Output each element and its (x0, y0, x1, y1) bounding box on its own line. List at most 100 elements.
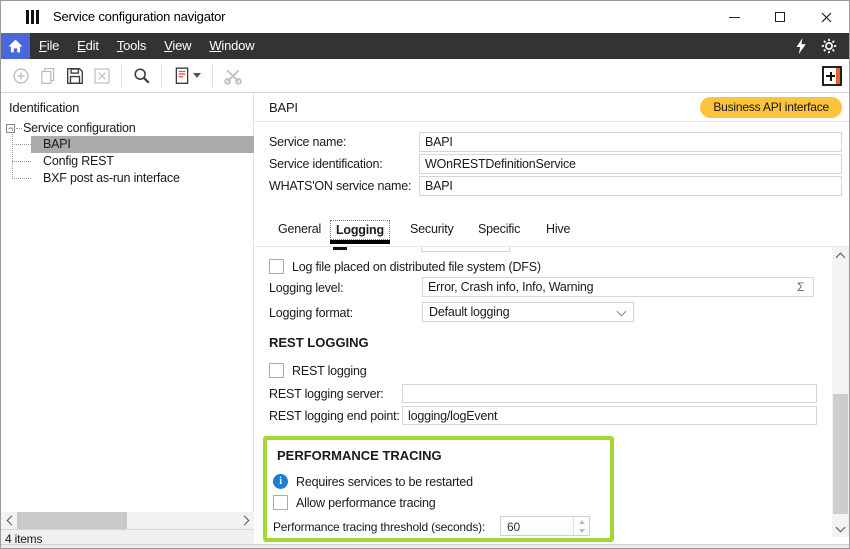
tab-hive[interactable]: Hive (541, 220, 575, 238)
menu-bar: File Edit Tools View Window (1, 33, 849, 59)
chevron-down-icon (617, 307, 627, 317)
gear-icon (821, 38, 837, 54)
threshold-value: 60 (507, 520, 520, 534)
settings-button[interactable] (815, 33, 843, 59)
chevron-down-icon (836, 522, 846, 532)
scrollbar-thumb[interactable] (833, 394, 848, 514)
copy-icon (39, 67, 57, 85)
chevron-left-icon (6, 516, 16, 526)
toolbar-separator (161, 65, 162, 87)
tree-item-bxf-post-as-run-interface[interactable]: BXF post as-run interface (31, 170, 254, 187)
quick-actions-button[interactable] (787, 33, 815, 59)
rest-logging-checkbox-label: REST logging (292, 363, 367, 378)
toolbar (1, 59, 849, 93)
service-identification-label: Service identification: (269, 157, 383, 171)
home-button[interactable] (1, 33, 30, 59)
performance-tracing-heading: PERFORMANCE TRACING (277, 448, 442, 463)
rest-logging-heading: REST LOGGING (269, 335, 369, 350)
new-button[interactable] (7, 63, 34, 89)
tab-specific[interactable]: Specific (473, 220, 525, 238)
save-icon (66, 67, 84, 85)
menu-item-view[interactable]: View (155, 33, 200, 59)
app-window: Service configuration navigator File Edi… (0, 0, 850, 549)
horizontal-scrollbar[interactable] (1, 512, 254, 529)
vertical-scrollbar[interactable] (832, 247, 849, 537)
menu-item-edit[interactable]: Edit (68, 33, 108, 59)
info-icon: i (273, 474, 288, 489)
scroll-up-button[interactable] (832, 247, 849, 264)
plus-circle-icon (12, 67, 30, 85)
menu-item-file[interactable]: File (30, 33, 68, 59)
spinner-up-button[interactable] (574, 517, 589, 526)
minimize-button[interactable] (711, 1, 757, 33)
tab-general[interactable]: General (273, 220, 326, 238)
maximize-button[interactable] (757, 1, 803, 33)
close-icon (821, 12, 832, 23)
service-type-badge: Business API interface (700, 97, 842, 118)
report-dropdown-caret[interactable] (193, 73, 201, 78)
logging-tab-content: Log file placed on distributed file syst… (254, 246, 849, 544)
threshold-label: Performance tracing threshold (seconds): (273, 520, 485, 534)
sigma-button[interactable]: Σ (797, 280, 804, 294)
toolbar-separator (121, 65, 122, 87)
rest-logging-server-input[interactable] (402, 384, 817, 403)
detail-header: BAPI Business API interface (254, 93, 849, 122)
save-button[interactable] (61, 63, 88, 89)
rest-logging-endpoint-input[interactable] (402, 406, 817, 425)
allow-tracing-checkbox-label: Allow performance tracing (296, 495, 436, 510)
title-bar: Service configuration navigator (1, 1, 849, 33)
allow-tracing-checkbox[interactable] (273, 495, 288, 510)
rest-logging-checkbox-row: REST logging (269, 363, 367, 378)
tree-root-service-configuration[interactable]: Service configuration (23, 120, 136, 137)
service-identification-input[interactable] (419, 154, 842, 174)
menu-item-tools[interactable]: Tools (108, 33, 155, 59)
search-button[interactable] (128, 63, 155, 89)
wrench-icon (224, 67, 242, 85)
tree-line (12, 129, 13, 179)
threshold-spinner[interactable]: 60 (500, 516, 590, 536)
report-icon (174, 67, 190, 85)
window-bottom-edge (1, 544, 849, 548)
copy-button[interactable] (34, 63, 61, 89)
tools-button[interactable] (219, 63, 246, 89)
add-window-accent (836, 68, 840, 84)
whatson-service-name-input[interactable] (419, 176, 842, 196)
scroll-left-button[interactable] (1, 512, 18, 529)
menu-item-window[interactable]: Window (200, 33, 263, 59)
logging-format-label: Logging format: (269, 306, 353, 320)
service-name-input[interactable] (419, 132, 842, 152)
delete-button[interactable] (88, 63, 115, 89)
home-icon (8, 39, 23, 53)
logging-level-input[interactable] (422, 277, 814, 297)
tree-expander[interactable]: − (6, 124, 15, 133)
spinner-down-button[interactable] (574, 526, 589, 535)
logging-format-select[interactable]: Default logging (422, 302, 634, 322)
partially-scrolled-control (333, 247, 347, 250)
page-title: BAPI (269, 100, 298, 115)
triangle-down-icon (579, 529, 585, 533)
tab-logging[interactable]: Logging (330, 220, 390, 240)
add-window-button[interactable] (822, 66, 842, 86)
whatson-service-name-label: WHATS'ON service name: (269, 179, 411, 193)
dfs-checkbox[interactable] (269, 259, 284, 274)
spinner-buttons (573, 517, 589, 535)
tree-line (12, 178, 31, 179)
report-button[interactable] (168, 63, 206, 89)
search-icon (133, 67, 151, 85)
tree-line (16, 128, 22, 129)
restart-info-row: i Requires services to be restarted (273, 474, 473, 489)
scrollbar-thumb[interactable] (17, 512, 127, 529)
tab-security[interactable]: Security (405, 220, 459, 238)
dfs-checkbox-label: Log file placed on distributed file syst… (292, 259, 541, 274)
rest-logging-checkbox[interactable] (269, 363, 284, 378)
delete-icon (93, 67, 111, 85)
tab-strip: General Logging Security Specific Hive (254, 213, 849, 246)
app-icon (26, 10, 41, 24)
allow-tracing-checkbox-row: Allow performance tracing (273, 495, 436, 510)
close-button[interactable] (803, 1, 849, 33)
toolbar-separator (212, 65, 213, 87)
tree-item-config-rest[interactable]: Config REST (31, 153, 254, 170)
tree-item-bapi[interactable]: BAPI (31, 136, 254, 153)
scroll-right-button[interactable] (237, 512, 254, 529)
scroll-down-button[interactable] (832, 520, 849, 537)
